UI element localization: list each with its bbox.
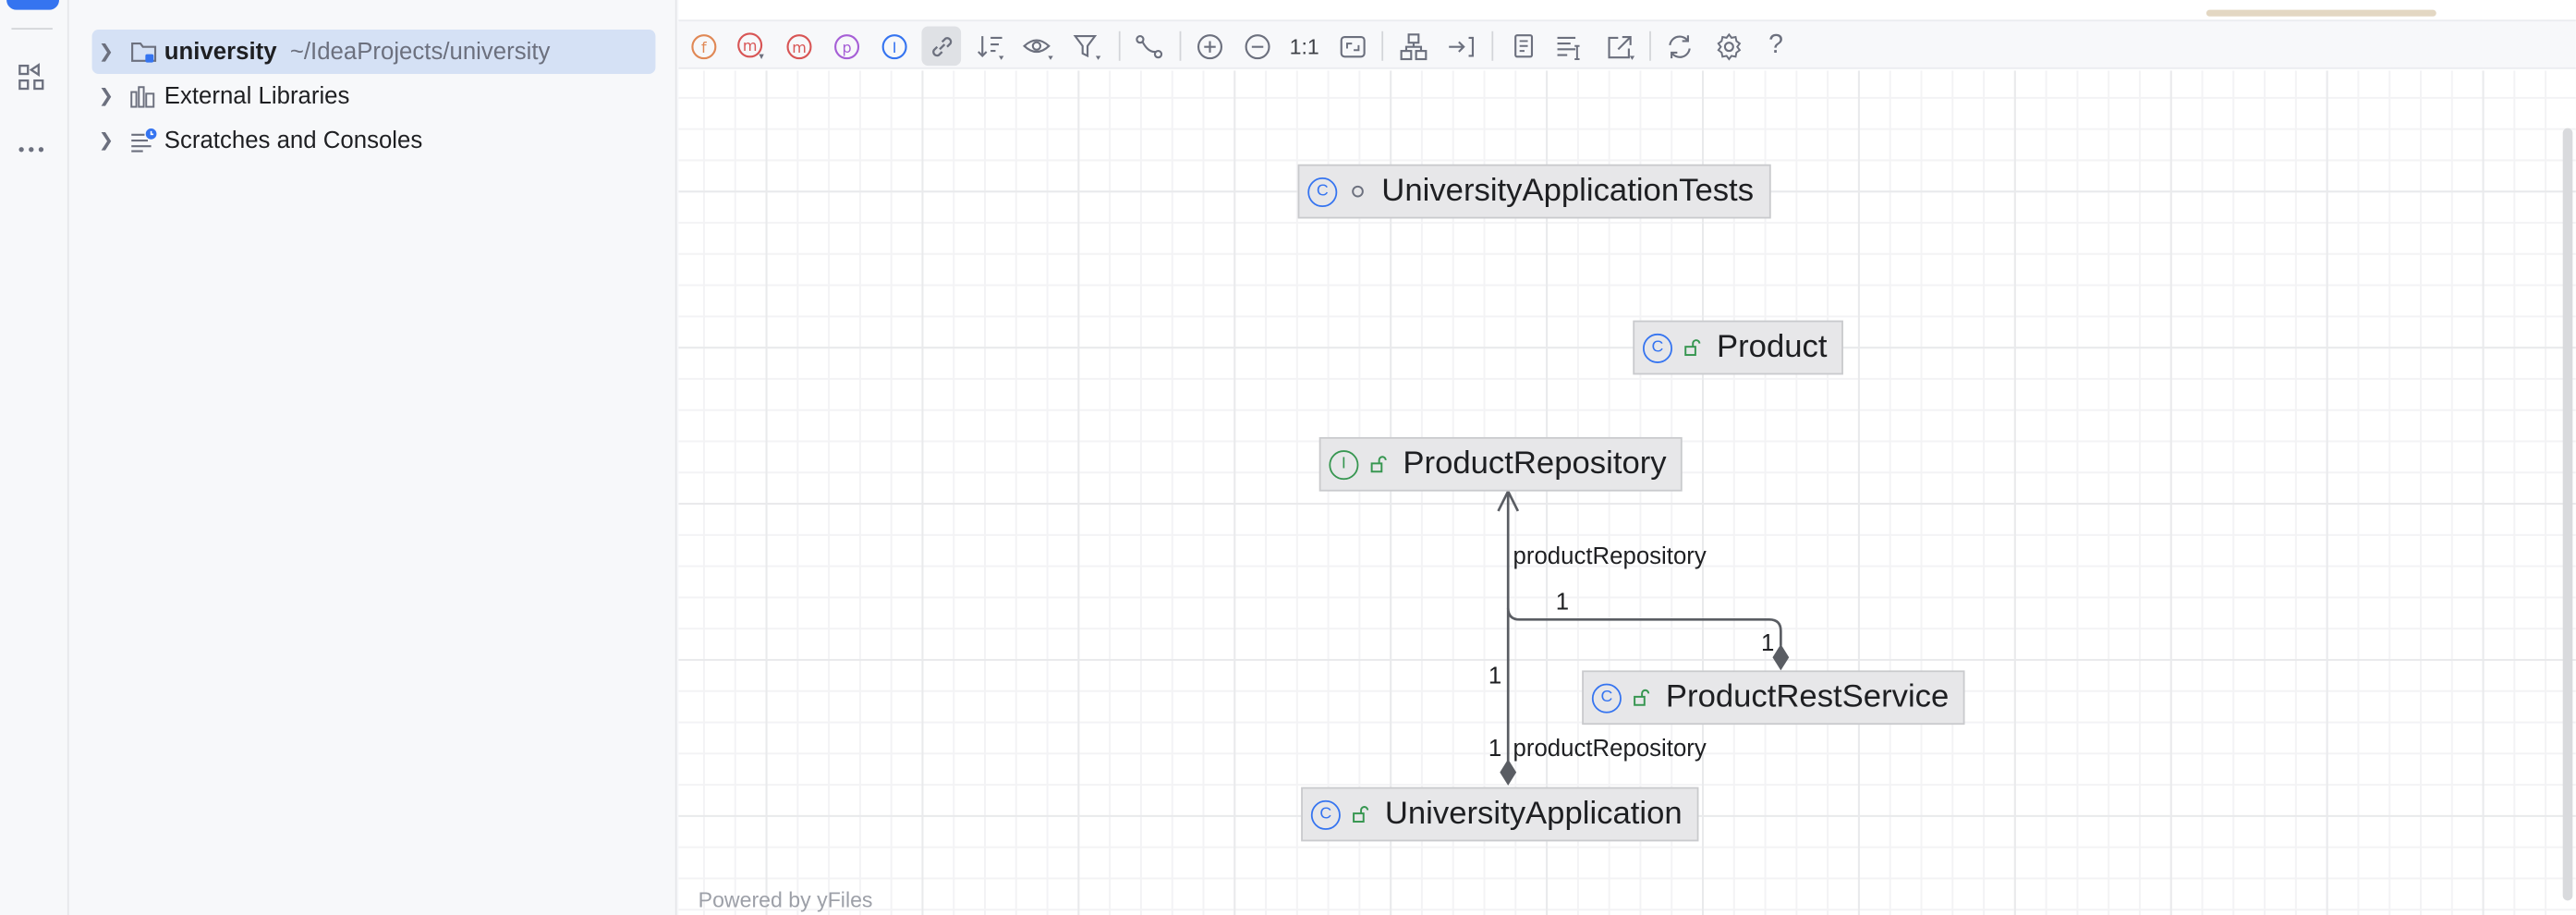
constructors-icon[interactable]: m [731,26,771,66]
tree-item-label: Scratches and Consoles [164,127,423,154]
library-icon [128,83,158,109]
edge-multiplicity: 1 [1555,590,1570,616]
node-product-repository[interactable]: I ProductRepository [1318,436,1683,492]
diagram-panel: f m m p I 1:1 ? productRepository 1 1 1 … [678,0,2576,915]
routing-icon[interactable] [1128,26,1168,66]
diagram-toolbar: f m m p I 1:1 ? [678,19,2576,69]
toolbar-divider [1381,30,1384,61]
node-label: UniversityApplicationTests [1381,172,1755,209]
svg-text:I: I [892,38,896,55]
edge-rest-to-repo [1506,607,1782,646]
tree-item-scratches[interactable]: ❯ Scratches and Consoles [92,118,656,163]
tree-item-label: External Libraries [164,82,350,110]
edge-multiplicity: 1 [1761,630,1775,658]
test-class-icon: C [1307,177,1338,207]
sort-icon[interactable] [971,26,1011,66]
node-label: ProductRestService [1665,678,1950,715]
layout-icon[interactable] [1393,26,1433,66]
tool-window-strip [0,0,69,915]
editor-tab-indicator [2205,9,2436,17]
help-icon[interactable]: ? [1756,26,1796,66]
public-visibility-icon [1683,338,1702,357]
composition-diamond-icon [1772,643,1790,671]
more-icon[interactable] [13,131,49,167]
node-university-application[interactable]: C UniversityApplication [1301,787,1699,842]
project-tool-tab[interactable] [6,0,60,10]
inner-classes-icon[interactable]: I [874,26,914,66]
refresh-icon[interactable] [1659,26,1699,66]
chevron-right-icon[interactable]: ❯ [99,41,122,62]
tree-item-label: university [164,38,277,66]
public-visibility-icon [1368,456,1388,474]
package-visibility-icon [1347,184,1367,199]
dependencies-icon[interactable] [921,26,962,67]
public-visibility-icon [1351,805,1370,824]
actual-size-button[interactable]: 1:1 [1284,26,1324,66]
node-label: ProductRepository [1403,445,1667,482]
edge-label: productRepository [1513,736,1707,762]
copy-icon[interactable] [1503,26,1543,66]
toolbar-divider [1179,30,1182,61]
vertical-scrollbar[interactable] [2562,128,2573,901]
scratches-icon [128,128,158,153]
diagram-canvas[interactable]: productRepository 1 1 1 1 productReposit… [678,70,2576,915]
svg-text:m: m [743,37,758,55]
settings-icon[interactable] [1708,26,1748,66]
edge-multiplicity: 1 [1488,664,1502,690]
interface-icon: I [1329,449,1359,480]
chevron-right-icon[interactable]: ❯ [99,129,122,151]
svg-text:m: m [791,38,806,55]
node-label: UniversityApplication [1384,795,1683,832]
chevron-right-icon[interactable]: ❯ [99,85,122,106]
public-visibility-icon [1632,689,1651,707]
fields-icon[interactable]: f [684,26,723,66]
node-university-application-tests[interactable]: C UniversityApplicationTests [1297,164,1770,219]
edge-multiplicity: 1 [1488,736,1502,762]
tree-item-university[interactable]: ❯ university ~/IdeaProjects/university [91,30,656,75]
apply-layout-icon[interactable] [1440,26,1480,66]
tree-item-path: ~/IdeaProjects/university [289,38,551,66]
zoom-out-icon[interactable] [1237,26,1277,66]
svg-text:p: p [842,38,851,55]
visibility-icon[interactable] [1018,26,1058,66]
strip-divider [11,28,53,30]
project-tree: ❯ university ~/IdeaProjects/university ❯… [70,0,677,915]
node-product-rest-service[interactable]: C ProductRestService [1582,670,1966,726]
composition-diamond-icon [1500,759,1517,786]
export-icon[interactable] [1550,26,1590,66]
powered-by-label: Powered by yFiles [698,887,873,912]
zoom-in-icon[interactable] [1189,26,1229,66]
node-label: Product [1717,328,1828,365]
structure-icon[interactable] [13,59,49,95]
node-product[interactable]: C Product [1633,320,1844,375]
open-in-editor-icon[interactable] [1600,26,1640,66]
class-icon: C [1643,333,1673,363]
class-icon: C [1591,682,1622,713]
toolbar-divider [1491,30,1494,61]
filter-icon[interactable] [1068,26,1108,66]
fit-content-icon[interactable] [1332,26,1372,66]
toolbar-divider [1118,30,1121,61]
edge-label: productRepository [1513,543,1707,570]
folder-icon [128,39,158,65]
toolbar-divider [1649,30,1651,61]
svg-text:f: f [700,38,706,55]
properties-icon[interactable]: p [826,26,866,66]
tree-item-external-libraries[interactable]: ❯ External Libraries [92,74,656,118]
spring-boot-class-icon: C [1310,799,1341,830]
methods-icon[interactable]: m [779,26,819,66]
